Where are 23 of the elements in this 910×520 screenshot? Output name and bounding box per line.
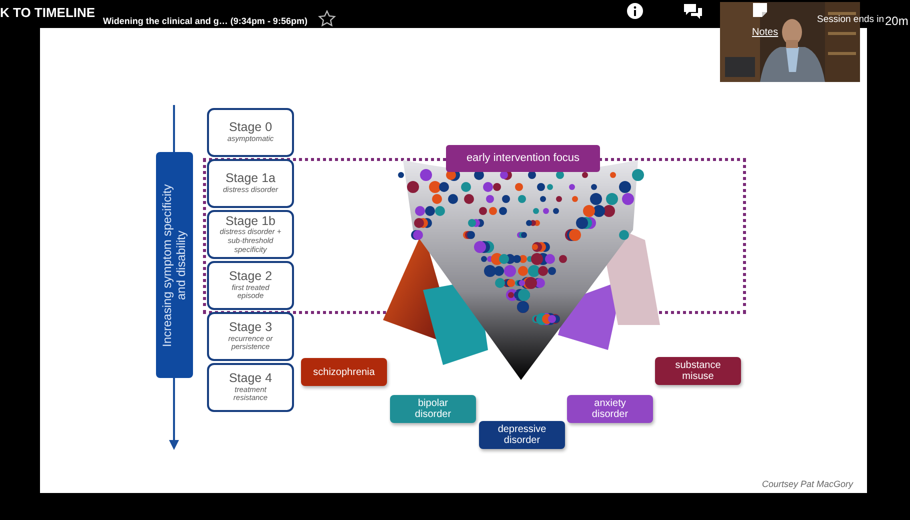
- disorder-label: bipolar disorder: [390, 395, 476, 423]
- stage-title: Stage 1b: [225, 214, 276, 228]
- stage-title: Stage 3: [228, 321, 272, 335]
- disorder-label: substance misuse: [655, 357, 741, 385]
- disorder-label: anxiety disorder: [567, 395, 653, 423]
- back-link[interactable]: K TO TIMELINE: [0, 3, 96, 22]
- focus-banner: early intervention focus: [446, 145, 600, 172]
- note-icon[interactable]: [753, 3, 767, 17]
- session-timer-value: 20m: [885, 13, 908, 30]
- stage-title: Stage 0: [228, 121, 272, 136]
- stage-title: Stage 4: [228, 372, 272, 386]
- disorder-label: depressive disorder: [479, 421, 565, 449]
- stage-title: Stage 2: [228, 270, 272, 284]
- notes-link[interactable]: Notes: [752, 25, 778, 40]
- stage-title: Stage 1a: [225, 172, 276, 186]
- disorder-label: schizophrenia: [301, 358, 387, 386]
- axis-label: Increasing symptom specificity and disability: [160, 182, 188, 348]
- credit-text: Courtsey Pat MacGory: [762, 478, 853, 491]
- star-icon[interactable]: [318, 10, 336, 27]
- session-title: Widening the clinical and g… (9:34pm - 9:56pm): [103, 15, 308, 28]
- session-timer-label: Session ends in: [817, 13, 884, 27]
- chat-icon[interactable]: [683, 3, 703, 21]
- info-icon[interactable]: [627, 3, 643, 19]
